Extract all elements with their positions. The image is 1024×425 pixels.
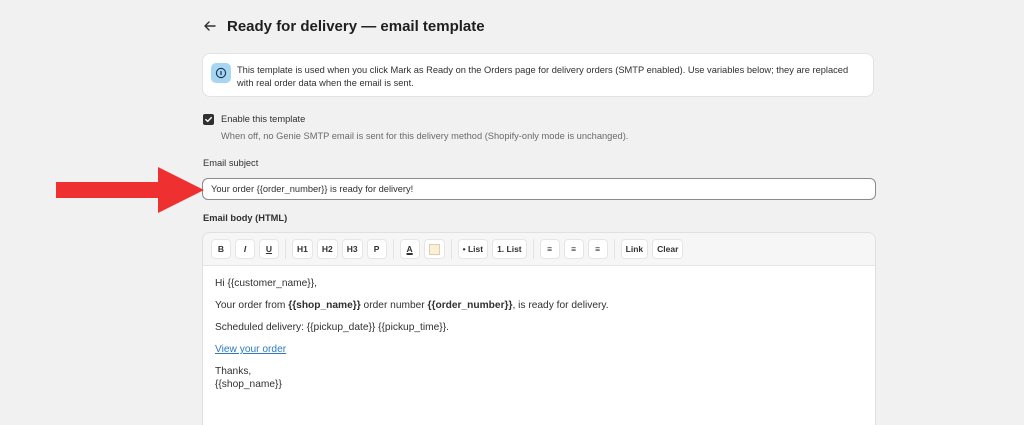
enable-template-label: Enable this template [221, 114, 306, 124]
view-order-link[interactable]: View your order [215, 344, 286, 355]
highlight-swatch-icon [428, 243, 440, 255]
heading1-button[interactable]: H1 [292, 239, 313, 259]
order-ready-line: Your order from {{shop_name}} order numb… [215, 299, 865, 312]
rich-text-editor: B I U H1 H2 H3 P A • List 1. List ≡ ≡ ≡ … [202, 232, 876, 425]
info-banner: This template is used when you click Mar… [202, 53, 874, 97]
toolbar-divider [392, 239, 394, 259]
annotation-arrow-icon [56, 167, 204, 213]
template-editor-page: Ready for delivery — email template This… [0, 0, 1024, 425]
editor-toolbar: B I U H1 H2 H3 P A • List 1. List ≡ ≡ ≡ … [203, 233, 875, 266]
align-center-button[interactable]: ≡ [563, 239, 584, 259]
view-order-paragraph: View your order [215, 343, 865, 356]
paragraph-button[interactable]: P [366, 239, 387, 259]
heading2-button[interactable]: H2 [316, 239, 338, 259]
bold-button[interactable]: B [211, 239, 231, 259]
order-ready-text: Your order from [215, 300, 289, 311]
toolbar-divider [285, 239, 286, 259]
email-subject-label: Email subject [203, 158, 259, 168]
toolbar-divider [613, 239, 615, 259]
insert-link-button[interactable]: Link [620, 239, 649, 259]
email-body-label: Email body (HTML) [203, 213, 288, 223]
back-button[interactable] [203, 16, 217, 36]
page-title: Ready for delivery — email template [227, 17, 485, 35]
clear-formatting-button[interactable]: Clear [652, 239, 684, 259]
order-number-text: order number [360, 300, 428, 311]
text-color-button[interactable]: A [399, 239, 420, 259]
ready-text: , is ready for delivery. [512, 300, 609, 311]
greeting-line: Hi {{customer_name}}, [215, 278, 317, 289]
enable-template-row: Enable this template [203, 113, 305, 126]
bullet-list-button[interactable]: • List [457, 239, 489, 259]
editor-content[interactable]: Hi {{customer_name}}, Your order from {{… [215, 277, 865, 400]
signoff: Thanks, {{shop_name}} [215, 365, 865, 391]
arrow-left-icon [204, 21, 216, 31]
enable-template-checkbox[interactable] [203, 114, 214, 125]
email-subject-input[interactable] [202, 178, 876, 200]
toolbar-divider [532, 239, 534, 259]
scheduled-delivery-line: Scheduled delivery: {{pickup_date}} {{pi… [215, 322, 449, 333]
align-left-button[interactable]: ≡ [539, 239, 560, 259]
info-banner-text: This template is used when you click Mar… [237, 65, 849, 88]
checkmark-icon [205, 116, 212, 123]
heading3-button[interactable]: H3 [341, 239, 363, 259]
shop-name-variable: {{shop_name}} [288, 300, 361, 311]
highlight-color-button[interactable] [423, 239, 445, 259]
toolbar-divider [450, 239, 452, 259]
thanks-line: Thanks, [215, 366, 252, 377]
numbered-list-button[interactable]: 1. List [492, 239, 527, 259]
page-header: Ready for delivery — email template [203, 14, 485, 38]
enable-template-help: When off, no Genie SMTP email is sent fo… [221, 131, 629, 141]
italic-button[interactable]: I [235, 239, 255, 259]
align-right-button[interactable]: ≡ [587, 239, 608, 259]
info-icon [211, 63, 231, 83]
signature-line: {{shop_name}} [215, 379, 282, 390]
underline-button[interactable]: U [259, 239, 279, 259]
order-number-variable: {{order_number}} [427, 300, 513, 311]
